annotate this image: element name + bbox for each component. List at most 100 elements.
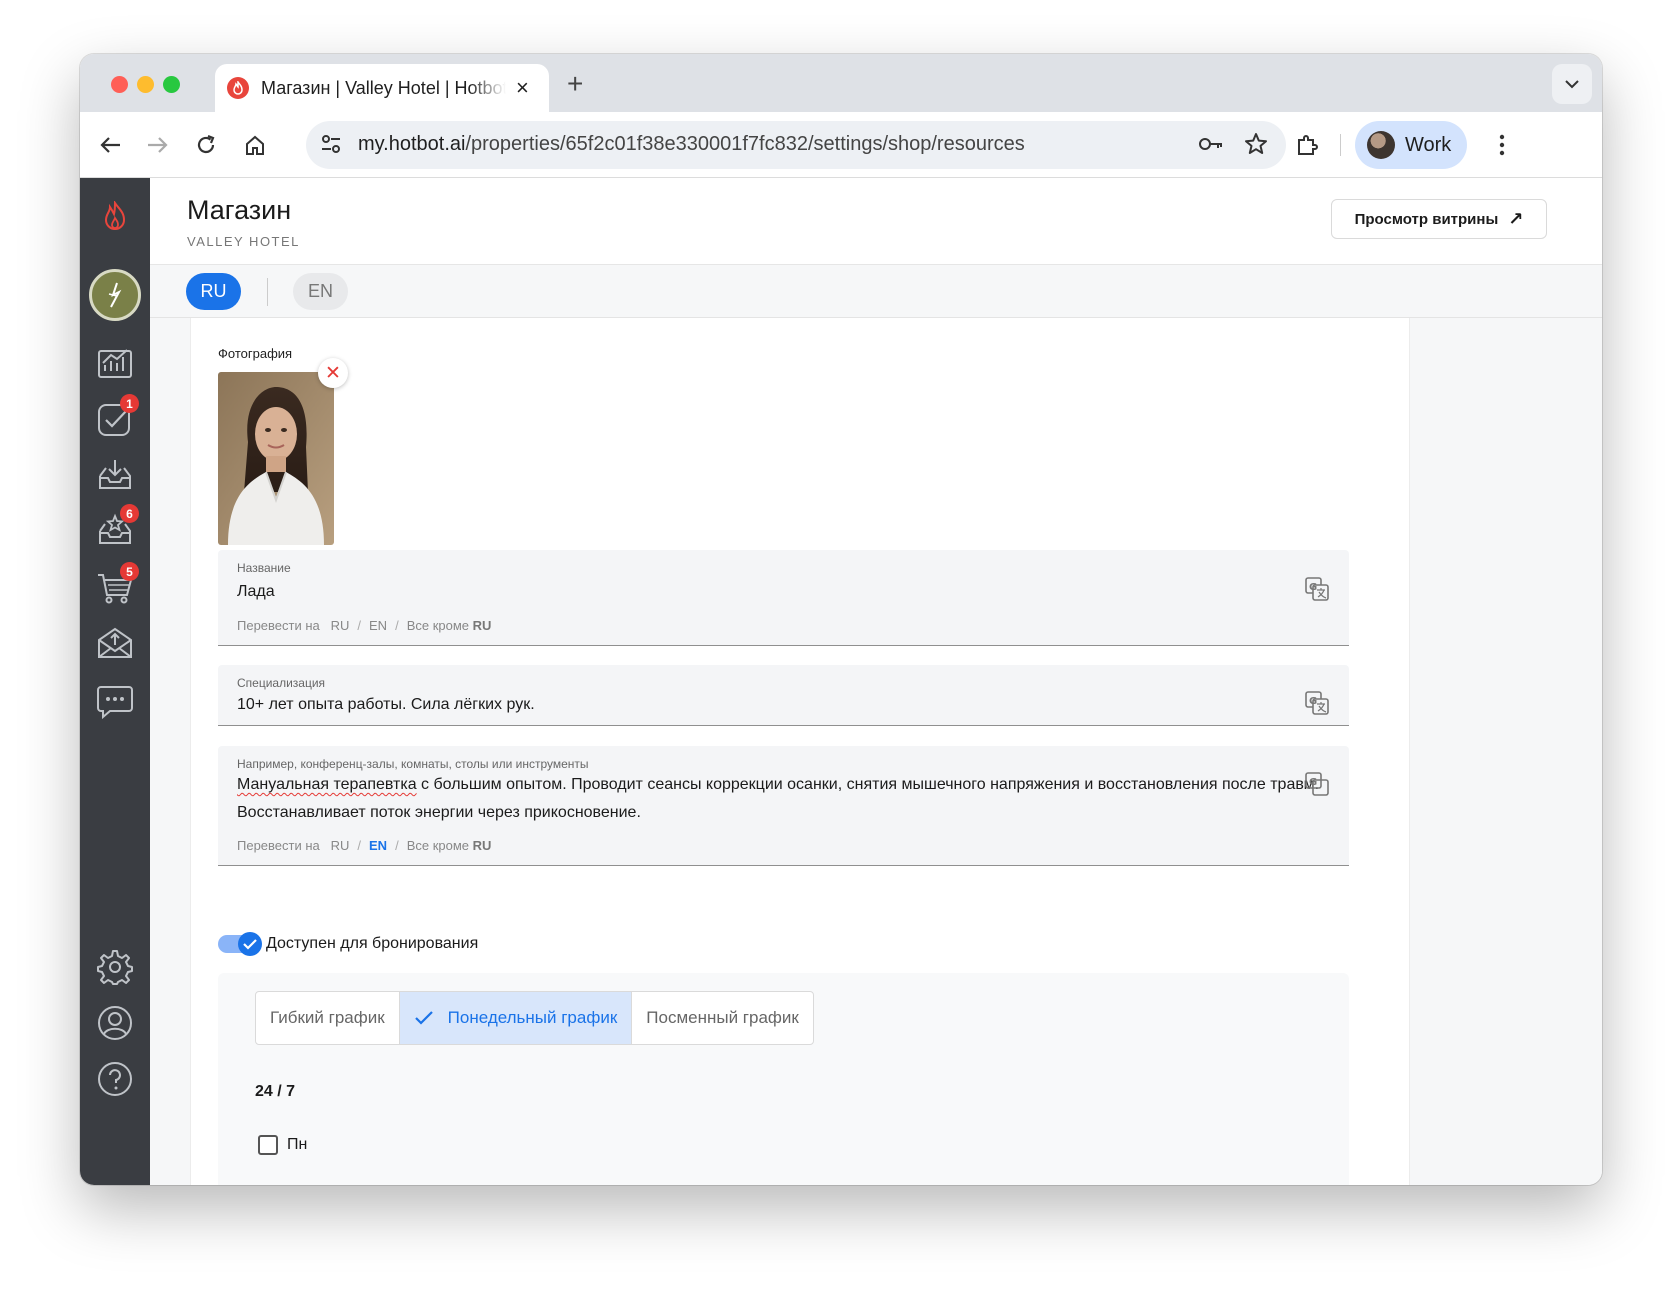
description-field[interactable]: Например, конференц-залы, комнаты, столы… [218, 746, 1349, 866]
profile-button[interactable]: Work [1355, 121, 1467, 169]
back-arrow-icon[interactable] [94, 129, 126, 161]
app-area: 1 6 5 Магазин VALLEY HOTEL Просмотр витр… [80, 178, 1602, 1185]
browser-window: Магазин | Valley Hotel | Hotbot × + my.h… [80, 54, 1602, 1185]
day-label-monday: Пн [287, 1136, 308, 1153]
hotbot-favicon-icon [227, 77, 249, 99]
browser-tab[interactable]: Магазин | Valley Hotel | Hotbot × [215, 64, 549, 112]
shop-cart-icon[interactable]: 5 [95, 562, 139, 608]
translate-to-ru-link[interactable]: RU [331, 618, 350, 633]
translate-except-prefix: Все кроме [406, 838, 470, 853]
photo-label: Фотография [218, 346, 293, 361]
description-translate-row: Перевести на RU / EN / Все кроме RU [237, 838, 492, 853]
preview-button-label: Просмотр витрины [1354, 210, 1499, 228]
schedule-option-weekly-label: Понедельный график [447, 1008, 618, 1027]
url-text: my.hotbot.ai/properties/65f2c01f38e33000… [358, 133, 1025, 156]
translate-except-prefix: Все кроме [406, 618, 470, 633]
forward-arrow-icon[interactable] [142, 129, 174, 161]
tasks-badge: 1 [120, 394, 139, 413]
tab-strip: Магазин | Valley Hotel | Hotbot × + [80, 54, 1602, 112]
google-translate-icon[interactable]: G [1305, 772, 1329, 796]
translate-to-en-link[interactable]: EN [369, 618, 387, 633]
tab-title: Магазин | Valley Hotel | Hotbot [261, 77, 506, 98]
help-question-icon[interactable] [95, 1059, 135, 1099]
address-bar[interactable]: my.hotbot.ai/properties/65f2c01f38e33000… [306, 121, 1286, 169]
translate-except-lang: RU [472, 618, 492, 633]
password-key-icon[interactable] [1198, 132, 1224, 161]
schedule-panel: Гибкий график Понедельный график Посменн… [218, 973, 1349, 1185]
translate-to-ru-link[interactable]: RU [331, 838, 350, 853]
name-input[interactable]: Лада [237, 578, 1327, 606]
tasks-check-icon[interactable]: 1 [95, 394, 139, 440]
reload-icon[interactable] [190, 129, 222, 161]
svg-text:G: G [1309, 582, 1317, 593]
user-profile-icon[interactable] [95, 1003, 135, 1043]
page-title: Магазин [187, 195, 292, 225]
language-bar: RU EN [150, 265, 1602, 318]
sidebar: 1 6 5 [80, 178, 150, 1185]
bookable-label: Доступен для бронирования [266, 935, 479, 952]
url-host: my.hotbot.ai [358, 133, 466, 155]
toolbar-divider [1340, 134, 1341, 156]
site-settings-icon[interactable] [320, 133, 342, 160]
close-window-button[interactable] [111, 76, 128, 93]
inbox-download-icon[interactable] [95, 455, 135, 495]
tab-search-button[interactable] [1552, 64, 1592, 104]
translate-prefix: Перевести на [237, 838, 320, 853]
settings-gear-icon[interactable] [95, 947, 135, 987]
specialization-field[interactable]: Специализация 10+ лет опыта работы. Сила… [218, 665, 1349, 726]
schedule-type-selector: Гибкий график Понедельный график Посменн… [255, 991, 814, 1045]
lang-divider [267, 278, 268, 306]
hotel-avatar[interactable] [89, 269, 141, 321]
reviews-badge: 6 [120, 504, 139, 523]
remove-photo-button[interactable]: ✕ [318, 358, 348, 388]
tab-close-icon[interactable]: × [516, 77, 529, 99]
lang-tab-en[interactable]: EN [293, 273, 348, 310]
day-row-monday[interactable]: Пн [258, 1135, 307, 1155]
resource-photo [218, 372, 334, 545]
google-translate-icon[interactable]: G [1305, 577, 1329, 601]
schedule-option-flexible[interactable]: Гибкий график [256, 992, 400, 1044]
browser-toolbar: my.hotbot.ai/properties/65f2c01f38e33000… [80, 112, 1602, 178]
translate-to-en-link[interactable]: EN [369, 838, 387, 853]
external-link-icon: ↗ [1508, 208, 1524, 229]
storefront-preview-button[interactable]: Просмотр витрины ↗ [1331, 199, 1547, 239]
name-translate-row: Перевести на RU / EN / Все кроме RU [237, 618, 492, 633]
name-field-label: Название [237, 561, 291, 575]
name-field[interactable]: Название Лада G Перевести на RU / EN / Все к… [218, 550, 1349, 646]
hotel-logo-icon [108, 282, 122, 308]
browser-menu-icon[interactable] [1486, 129, 1518, 161]
resource-form-card: Фотография ✕ Название Лада G Перевести н… [190, 318, 1410, 1185]
minimize-window-button[interactable] [137, 76, 154, 93]
google-translate-icon[interactable]: G [1305, 691, 1329, 715]
home-icon[interactable] [239, 129, 271, 161]
bookable-toggle[interactable] [218, 932, 262, 956]
schedule-mode-label: 24 / 7 [255, 1083, 296, 1100]
extensions-puzzle-icon[interactable] [1291, 129, 1323, 161]
description-textarea[interactable]: Мануальная терапевтка с большим опытом. … [237, 771, 1327, 827]
profile-avatar [1367, 131, 1395, 159]
lang-tab-ru[interactable]: RU [186, 273, 241, 310]
chevron-down-icon [1565, 79, 1579, 88]
reviews-star-inbox-icon[interactable]: 6 [95, 504, 139, 550]
page-header: Магазин VALLEY HOTEL Просмотр витрины ↗ [150, 178, 1602, 265]
hotbot-logo-icon[interactable] [95, 197, 135, 237]
specialization-input[interactable]: 10+ лет опыта работы. Сила лёгких рук. [237, 691, 1327, 719]
bookmark-star-icon[interactable] [1244, 132, 1268, 161]
chat-bubble-icon[interactable] [95, 682, 135, 722]
translate-except-lang: RU [472, 838, 492, 853]
translate-all-except-link[interactable]: Все кроме RU [407, 838, 492, 853]
schedule-option-weekly[interactable]: Понедельный график [399, 992, 633, 1044]
maximize-window-button[interactable] [163, 76, 180, 93]
schedule-option-shift[interactable]: Посменный график [632, 992, 813, 1044]
day-checkbox-monday[interactable] [258, 1135, 278, 1155]
selected-check-icon [414, 1011, 433, 1025]
shop-badge: 5 [120, 562, 139, 581]
new-tab-button[interactable]: + [567, 68, 583, 100]
translate-all-except-link[interactable]: Все кроме RU [407, 618, 492, 633]
url-path: /properties/65f2c01f38e330001f7fc832/set… [465, 133, 1025, 155]
description-field-label: Например, конференц-залы, комнаты, столы… [237, 757, 589, 771]
misspelled-word: Мануальная терапевтка [237, 776, 417, 793]
profile-label: Work [1405, 133, 1452, 156]
analytics-chart-icon[interactable] [95, 342, 135, 382]
mail-upload-icon[interactable] [95, 623, 135, 663]
